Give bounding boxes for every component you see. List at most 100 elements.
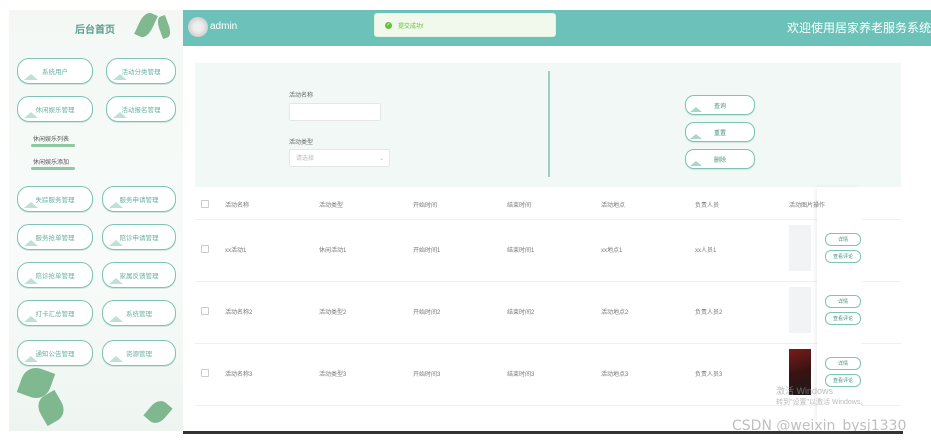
search-panel: 活动名称 活动类型 请选择 ⌄ 查询 重置 删除 — [195, 63, 901, 187]
leaf-decoration-top-2 — [155, 14, 173, 40]
sidebar-btn-label: 服务申请管理 — [119, 197, 159, 204]
cell-end: 结束时间2 — [507, 310, 535, 316]
activity-image — [789, 225, 811, 271]
cell-end: 结束时间3 — [507, 372, 535, 378]
cell-start: 开始时间1 — [413, 248, 441, 254]
delete-button[interactable]: 删除 — [685, 149, 755, 169]
sidebar-btn-label: 活动报名管理 — [121, 107, 161, 114]
col-header: 负责人员 — [695, 203, 720, 209]
sidebar-btn-checkin-summary[interactable]: 打卡汇总管理 — [17, 300, 93, 326]
query-button[interactable]: 查询 — [685, 95, 755, 115]
sidebar-btn-resource[interactable]: 资源管理 — [102, 340, 176, 366]
mountain-icon — [113, 74, 127, 80]
leaf-decoration-bottom-3 — [143, 397, 173, 427]
mountain-icon — [109, 356, 123, 362]
select-placeholder: 请选择 — [296, 156, 315, 162]
cell-type: 活动类型3 — [319, 372, 347, 378]
table-header: 活动名称 活动类型 开始时间 结束时间 活动地点 负责人员 活动图片 — [195, 187, 901, 220]
mountain-icon — [113, 112, 127, 118]
col-header: 活动图片 — [789, 203, 814, 209]
row-checkbox[interactable] — [201, 369, 209, 377]
cell-person: 负责人员3 — [695, 372, 723, 378]
sidebar-btn-activity-category[interactable]: 活动分类管理 — [106, 58, 176, 84]
mountain-icon — [24, 356, 38, 362]
detail-button[interactable]: 详情 — [825, 357, 861, 370]
sidebar-sub-bar — [31, 167, 75, 170]
sidebar-sub-leisure-add[interactable]: 休闲娱乐添加 — [33, 157, 69, 166]
col-header: 结束时间 — [507, 203, 532, 209]
leaf-decoration-top — [134, 10, 158, 40]
view-comments-button[interactable]: 查看评论 — [825, 250, 861, 263]
row-checkbox[interactable] — [201, 307, 209, 315]
panel-divider — [548, 71, 550, 177]
avatar[interactable] — [188, 17, 208, 37]
activity-name-input[interactable] — [289, 103, 381, 121]
table-row: xx活动1 休闲活动1 开始时间1 结束时间1 xx地点1 xx人员1 — [195, 219, 901, 282]
col-header: 活动名称 — [225, 203, 250, 209]
horizontal-scrollbar[interactable] — [183, 431, 903, 434]
cell-type: 休闲活动1 — [319, 248, 347, 254]
sidebar-btn-label: 失踪服务管理 — [35, 197, 75, 204]
query-label: 查询 — [713, 103, 726, 110]
mountain-icon — [109, 278, 123, 284]
cell-place: xx地点1 — [601, 248, 623, 254]
cell-end: 结束时间1 — [507, 248, 535, 254]
sidebar-btn-system-manage[interactable]: 系统管理 — [102, 300, 176, 326]
reset-label: 重置 — [713, 130, 726, 137]
cell-person: 负责人员2 — [695, 310, 723, 316]
select-all-checkbox[interactable] — [201, 200, 209, 208]
reset-button[interactable]: 重置 — [685, 122, 755, 142]
sidebar-btn-label: 陪诊申请管理 — [119, 235, 159, 242]
sidebar-btn-label: 休闲娱乐管理 — [35, 107, 75, 114]
sidebar-btn-label: 系统管理 — [126, 311, 152, 318]
detail-button[interactable]: 详情 — [825, 295, 861, 308]
activity-type-select[interactable]: 请选择 ⌄ — [289, 149, 390, 167]
cell-name: 活动名称3 — [225, 372, 253, 378]
mountain-icon — [690, 161, 702, 166]
sidebar-btn-service-grab[interactable]: 服务抢单管理 — [17, 224, 93, 250]
sidebar-btn-label: 陪诊抢单管理 — [35, 273, 75, 280]
activate-windows-hint: 转到"设置"以激活 Windows。 — [776, 399, 868, 406]
toast-text: 提交成功! — [398, 23, 424, 30]
mountain-icon — [24, 278, 38, 284]
sidebar-btn-escort-apply[interactable]: 陪诊申请管理 — [102, 224, 176, 250]
sidebar-btn-notice[interactable]: 通知公告管理 — [17, 340, 93, 366]
sidebar-btn-escort-grab[interactable]: 陪诊抢单管理 — [17, 262, 93, 288]
sidebar-btn-system-user[interactable]: 系统用户 — [17, 58, 93, 84]
top-frame — [0, 0, 931, 10]
top-header: admin 欢迎使用居家养老服务系统 — [183, 10, 931, 46]
cell-place: 活动地点2 — [601, 310, 629, 316]
mountain-icon — [24, 240, 38, 246]
view-comments-button[interactable]: 查看评论 — [825, 312, 861, 325]
sidebar-sub-leisure-list[interactable]: 休闲娱乐列表 — [33, 134, 69, 143]
mountain-icon — [690, 134, 702, 139]
sidebar-btn-activity-signup[interactable]: 活动报名管理 — [106, 96, 176, 122]
sidebar-btn-label: 通知公告管理 — [35, 351, 75, 358]
type-label: 活动类型 — [289, 140, 314, 146]
cell-name: 活动名称2 — [225, 310, 253, 316]
main-content: 活动名称 活动类型 请选择 ⌄ 查询 重置 删除 活动名称 活动类型 开始时间 … — [183, 46, 931, 431]
cell-place: 活动地点3 — [601, 372, 629, 378]
sidebar-sub-bar — [31, 144, 75, 147]
sidebar: 后台首页 系统用户 活动分类管理 休闲娱乐管理 活动报名管理 休闲娱乐列表 休闲… — [9, 10, 183, 431]
row-checkbox[interactable] — [201, 245, 209, 253]
chevron-down-icon: ⌄ — [378, 156, 384, 162]
check-icon: ✓ — [385, 21, 392, 29]
col-header: 活动地点 — [601, 203, 626, 209]
sidebar-title[interactable]: 后台首页 — [75, 21, 115, 36]
header-username[interactable]: admin — [210, 21, 237, 32]
mountain-icon — [24, 202, 38, 208]
sidebar-btn-missing-service[interactable]: 失踪服务管理 — [17, 186, 93, 212]
mountain-icon — [24, 112, 38, 118]
col-header: 开始时间 — [413, 203, 438, 209]
sidebar-btn-service-apply[interactable]: 服务申请管理 — [102, 186, 176, 212]
col-header: 活动类型 — [319, 203, 344, 209]
detail-button[interactable]: 详情 — [825, 233, 861, 246]
activate-windows-watermark: 激活 Windows — [776, 386, 834, 396]
header-welcome: 欢迎使用居家养老服务系统 — [787, 21, 931, 35]
mountain-icon — [109, 316, 123, 322]
sidebar-btn-leisure[interactable]: 休闲娱乐管理 — [17, 96, 93, 122]
cell-start: 开始时间2 — [413, 310, 441, 316]
sidebar-btn-family-feedback[interactable]: 家属反馈管理 — [102, 262, 176, 288]
cell-type: 活动类型2 — [319, 310, 347, 316]
